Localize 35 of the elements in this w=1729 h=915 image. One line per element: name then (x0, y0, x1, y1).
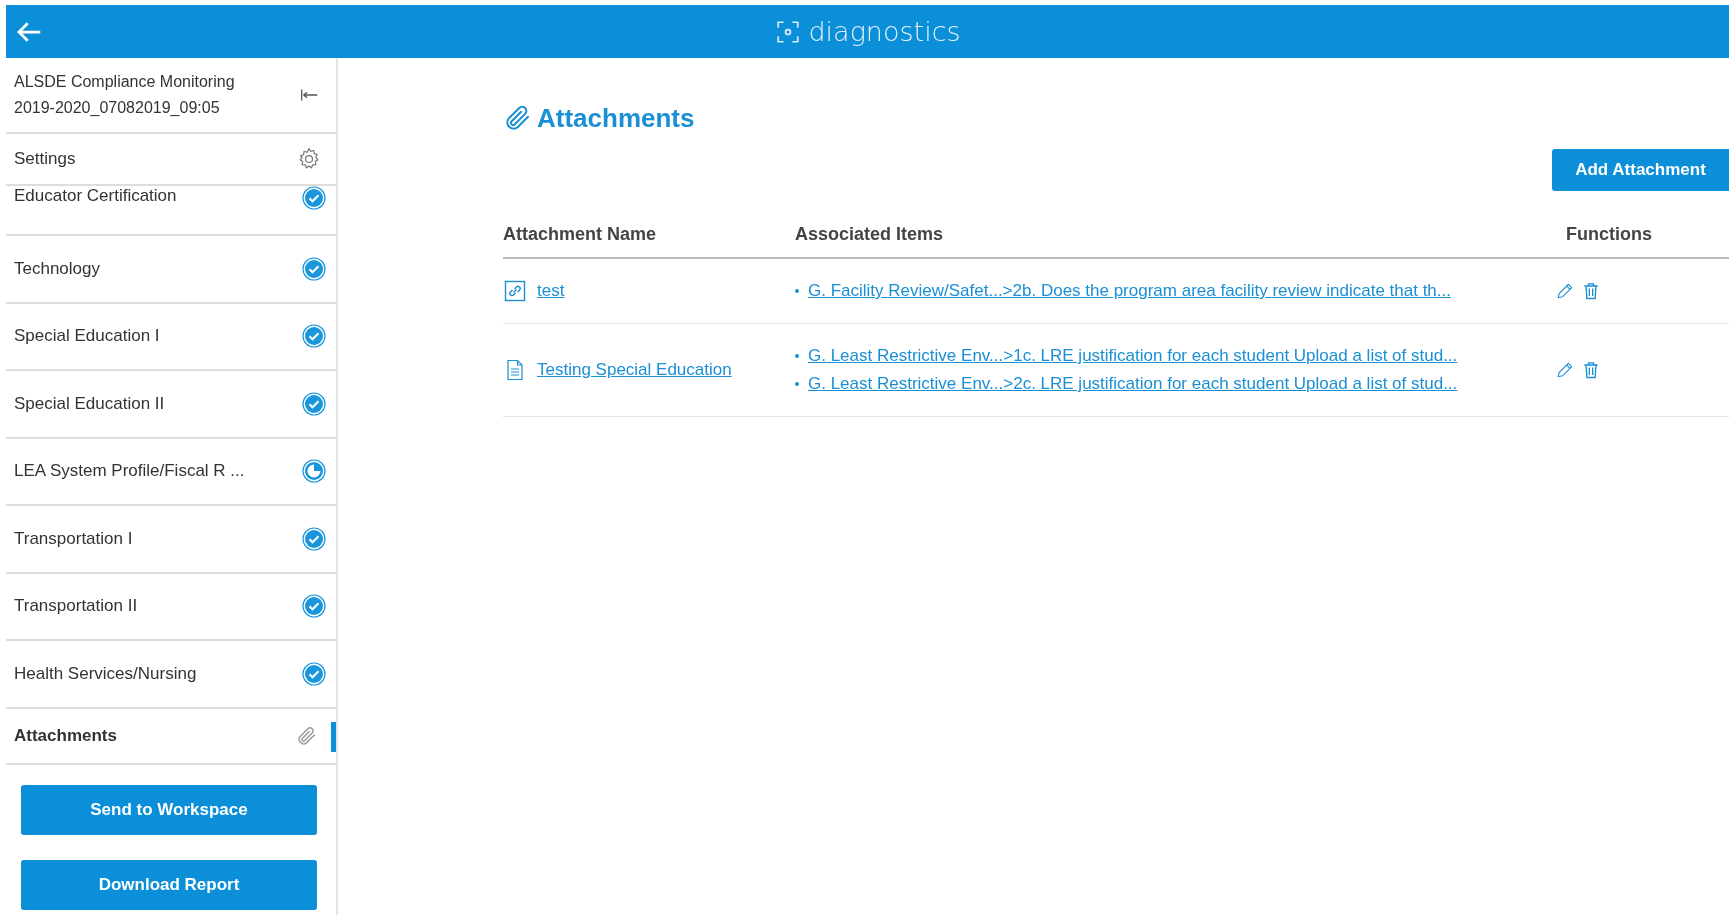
associated-item-link[interactable]: G. Least Restrictive Env...>2c. LRE justification for each student Upload a list of stud... (808, 370, 1458, 398)
project-title: ALSDE Compliance Monitoring 2019-2020_07082019_09:05 (14, 72, 236, 118)
settings-item[interactable]: Settings (6, 134, 336, 186)
associated-item-link[interactable]: G. Least Restrictive Env...>1c. LRE justification for each student Upload a list of stud... (808, 342, 1458, 370)
column-header: Attachment Name (503, 223, 658, 245)
add-attachment-button[interactable]: Add Attachment (1552, 149, 1729, 191)
focus-frame-icon (774, 18, 801, 45)
column-header: Functions (1565, 223, 1653, 245)
sidebar-item[interactable]: Educator Certification (6, 186, 336, 236)
sidebar-item[interactable]: Special Education II (6, 371, 336, 439)
sidebar-item[interactable]: Health Services/Nursing (6, 641, 336, 709)
attachment-link[interactable]: test (537, 281, 565, 301)
app-title: diagnostics (808, 16, 961, 47)
sidebar-item[interactable]: Attachments (6, 708, 336, 765)
link-icon (503, 279, 527, 303)
sidebar-item[interactable]: LEA System Profile/Fiscal R ... (6, 438, 336, 506)
bullet-icon (795, 382, 799, 386)
action-button[interactable]: Send to Workspace (21, 784, 317, 835)
column-header: Associated Items (795, 223, 945, 245)
selection-bar (331, 721, 336, 752)
edit-icon[interactable] (1555, 360, 1575, 380)
page-title: Attachments (537, 102, 695, 134)
bullet-icon (795, 354, 799, 358)
associated-item-link[interactable]: G. Facility Review/Safet...>2b. Does the program area facility review indicate that th... (808, 277, 1451, 305)
bullet-icon (795, 289, 799, 293)
sidebar-item[interactable]: Technology (6, 236, 336, 304)
sidebar-item[interactable]: Transportation I (6, 506, 336, 574)
trash-icon[interactable] (1581, 360, 1601, 380)
edit-icon[interactable] (1555, 281, 1575, 301)
sidebar-item[interactable]: Special Education I (6, 303, 336, 371)
sidebar-item[interactable]: Transportation II (6, 573, 336, 641)
attachment-link[interactable]: Testing Special Education (537, 360, 732, 380)
trash-icon[interactable] (1581, 281, 1601, 301)
paperclip-icon (296, 724, 318, 747)
action-button[interactable]: Download Report (21, 859, 317, 910)
